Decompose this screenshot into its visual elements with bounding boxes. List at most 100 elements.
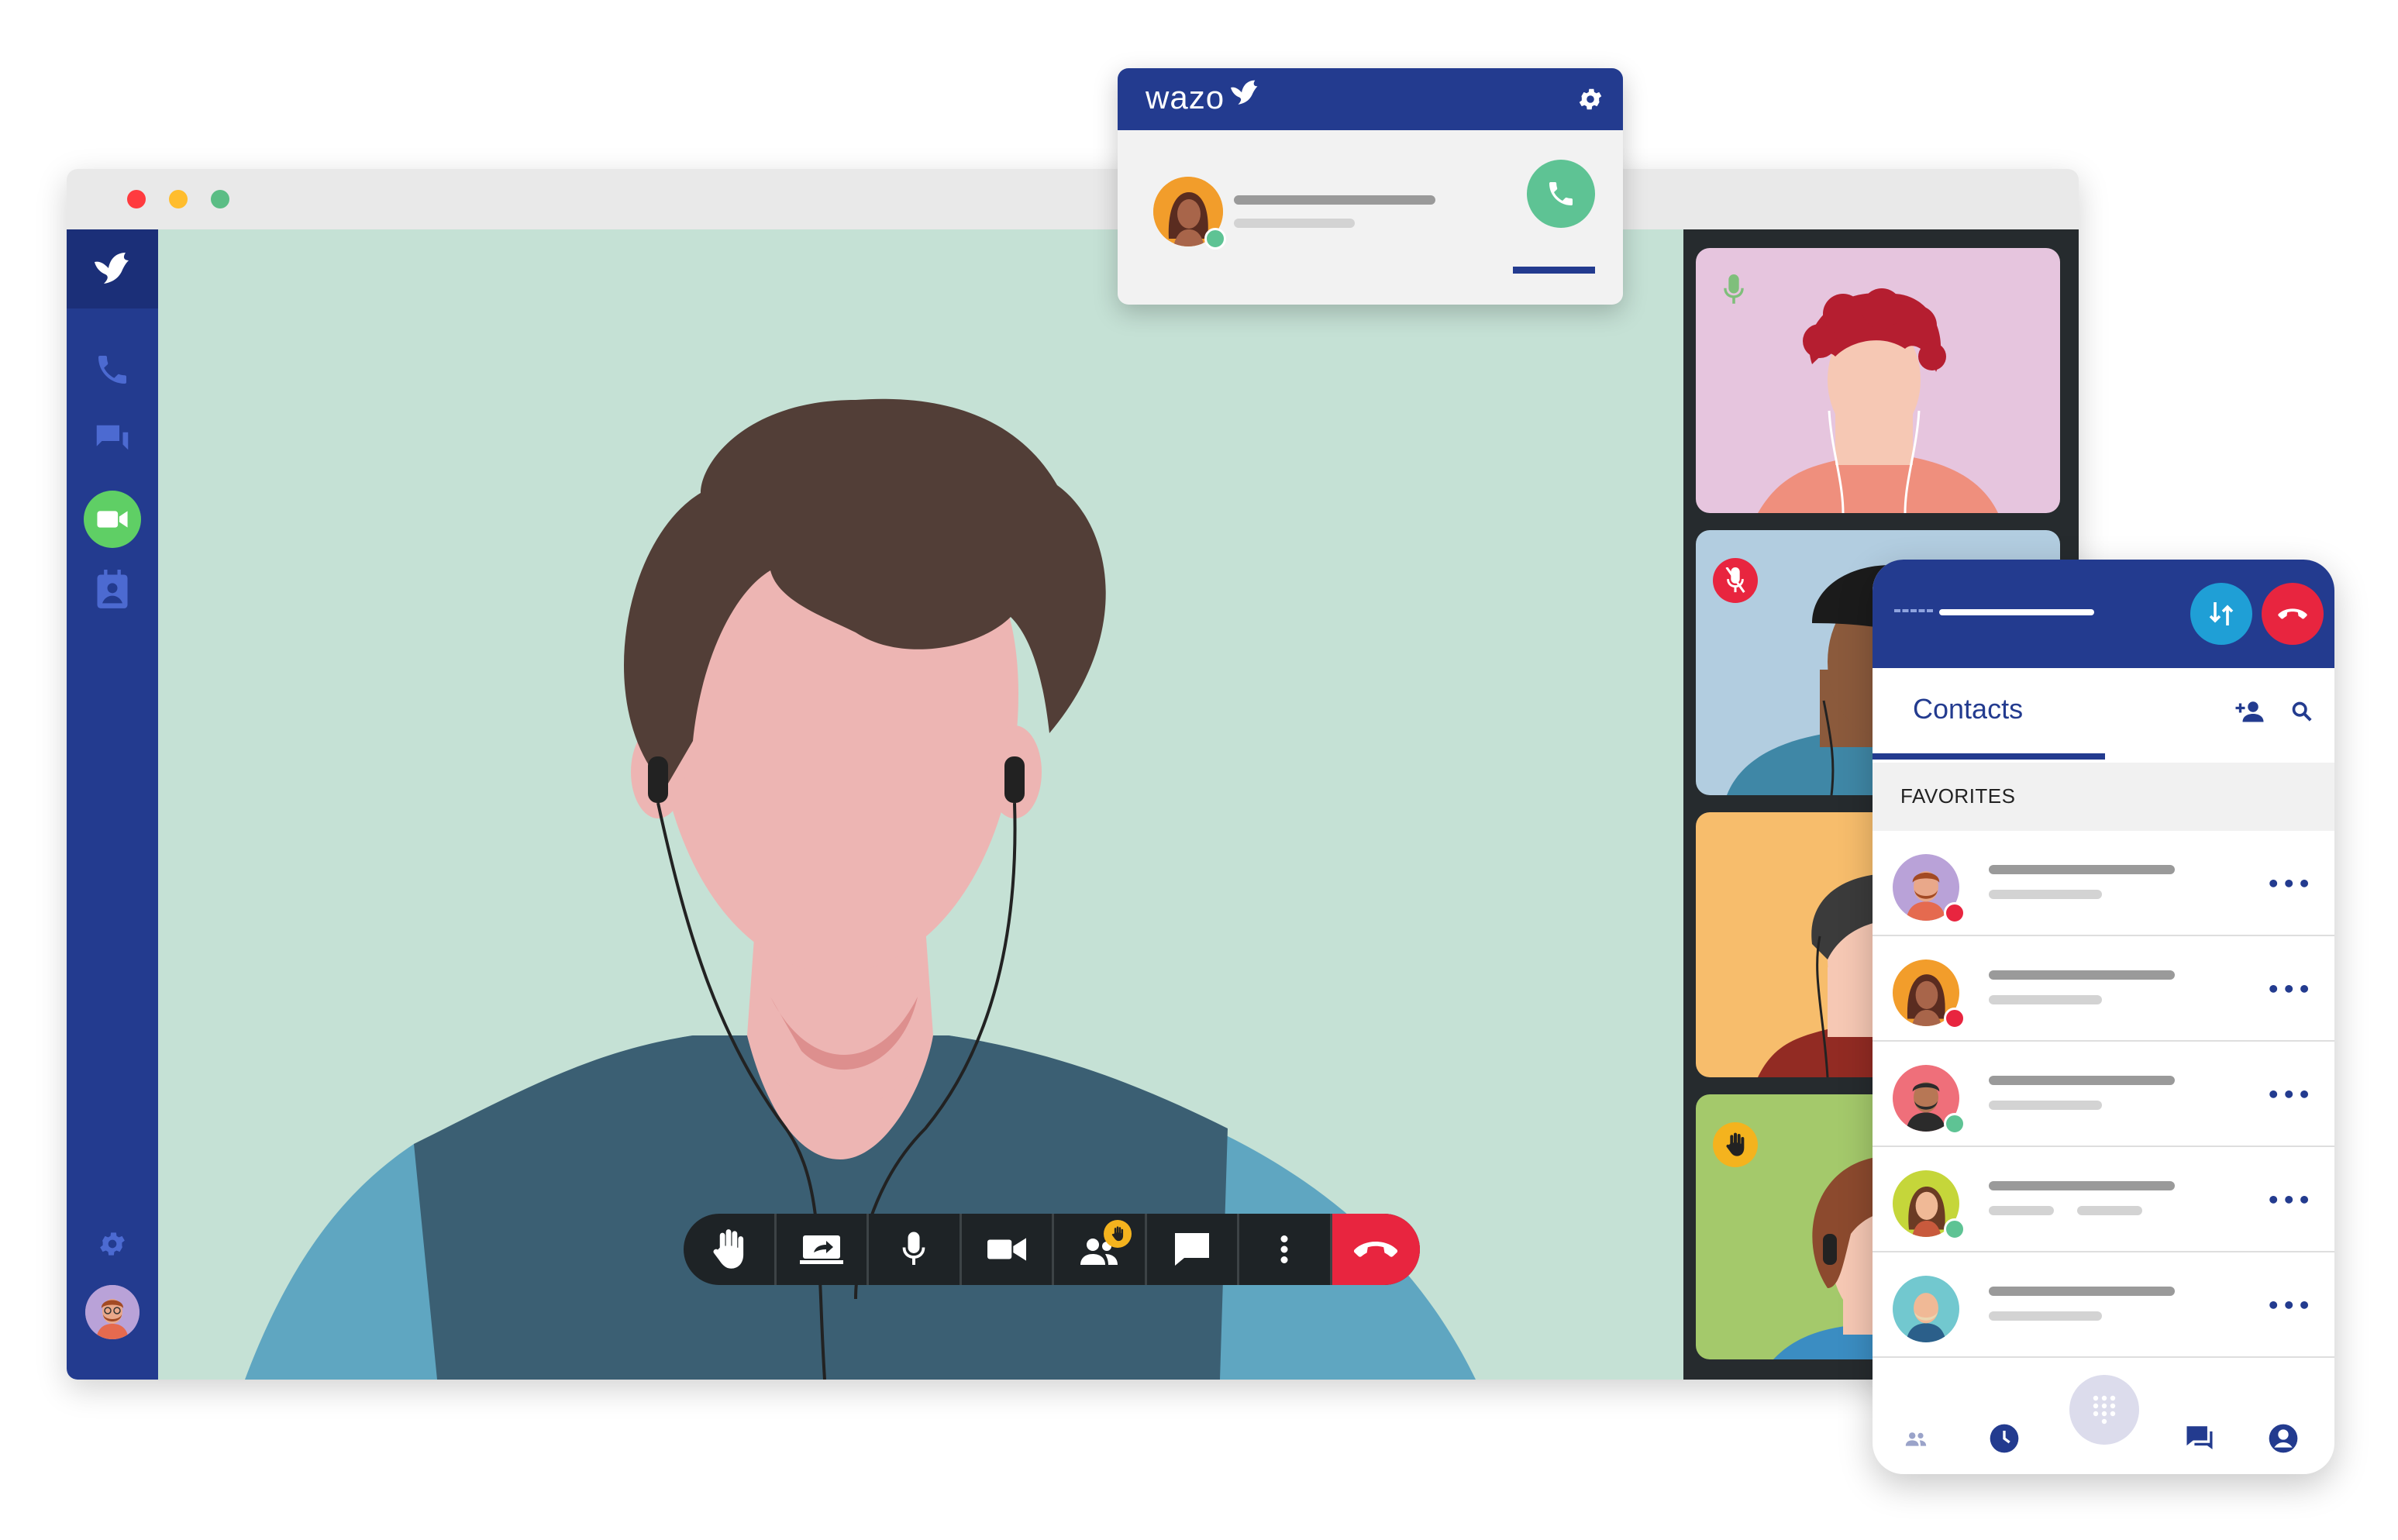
raise-hand-icon bbox=[1111, 1226, 1124, 1242]
in-call-status-dot bbox=[1944, 902, 1966, 924]
nav-history[interactable] bbox=[1981, 1415, 2028, 1462]
clock-icon bbox=[1990, 1424, 2019, 1453]
title-bar bbox=[67, 169, 2079, 229]
more-vertical-icon bbox=[1280, 1235, 1288, 1263]
favorites-label: FAVORITES bbox=[1900, 784, 2016, 808]
nav-contacts[interactable] bbox=[1893, 1415, 1939, 1462]
contact-name-placeholder bbox=[1989, 1181, 2175, 1190]
call-timer-placeholder bbox=[1894, 609, 1933, 617]
gear-icon bbox=[100, 1232, 125, 1256]
nav-chat[interactable] bbox=[2176, 1415, 2223, 1462]
maximize-window-button[interactable] bbox=[211, 190, 229, 208]
tab-contacts[interactable]: Contacts bbox=[1913, 693, 2023, 725]
contact-name-placeholder bbox=[1989, 1287, 2175, 1296]
search-icon bbox=[2292, 701, 2312, 722]
camera-button[interactable] bbox=[962, 1214, 1054, 1285]
muted-badge bbox=[1713, 558, 1758, 603]
contact-detail-placeholder bbox=[1989, 1101, 2102, 1110]
contact-more-button[interactable]: ••• bbox=[2266, 1293, 2313, 1318]
online-status-dot bbox=[1944, 1218, 1966, 1240]
contact-detail-placeholder bbox=[1989, 1206, 2054, 1215]
video-camera-icon bbox=[97, 511, 128, 528]
close-window-button[interactable] bbox=[127, 190, 146, 208]
sidebar-item-chat[interactable] bbox=[85, 414, 140, 468]
contact-name-placeholder bbox=[1989, 970, 2175, 980]
contact-more-button[interactable]: ••• bbox=[2266, 977, 2313, 1002]
add-contact-button[interactable] bbox=[2234, 696, 2268, 727]
chat-button[interactable] bbox=[1147, 1214, 1239, 1285]
phone-icon bbox=[1549, 182, 1573, 205]
raise-hand-icon bbox=[1726, 1132, 1745, 1156]
chat-icon bbox=[96, 425, 129, 450]
contact-row[interactable]: ••• bbox=[1873, 1042, 2334, 1147]
contact-card-icon bbox=[97, 570, 128, 608]
bird-logo-icon bbox=[1231, 80, 1258, 105]
participants-button[interactable] bbox=[1054, 1214, 1147, 1285]
contact-detail-placeholder bbox=[1989, 995, 2102, 1004]
brand-logo: wazo bbox=[1146, 79, 1225, 116]
minimize-window-button[interactable] bbox=[169, 190, 188, 208]
active-call-header bbox=[1873, 560, 2334, 668]
hangup-icon bbox=[1354, 1242, 1398, 1257]
chat-icon bbox=[2186, 1426, 2213, 1450]
raise-hand-button[interactable] bbox=[684, 1214, 777, 1285]
popup-progress-bar bbox=[1513, 267, 1595, 274]
speaker-video-feed bbox=[245, 398, 1476, 1380]
avatar[interactable] bbox=[85, 1285, 140, 1339]
contact-more-button[interactable]: ••• bbox=[2266, 1082, 2313, 1108]
user-avatar-image bbox=[85, 1285, 140, 1339]
share-screen-button[interactable] bbox=[777, 1214, 869, 1285]
popup-settings-button[interactable] bbox=[1575, 84, 1606, 115]
people-icon bbox=[1905, 1432, 1927, 1446]
sidebar-item-contacts[interactable] bbox=[85, 563, 140, 617]
caller-name-placeholder bbox=[1234, 195, 1435, 205]
dialpad-button[interactable] bbox=[2069, 1375, 2139, 1445]
gear-icon bbox=[1579, 88, 1602, 110]
main-video-stage bbox=[158, 229, 1683, 1380]
contact-avatar bbox=[1893, 1276, 1959, 1342]
app-window bbox=[67, 169, 2079, 1380]
incoming-call-popup: wazo bbox=[1118, 68, 1623, 305]
contact-row[interactable]: ••• bbox=[1873, 1147, 2334, 1252]
hangup-icon bbox=[2278, 608, 2307, 619]
brand-text: wazo bbox=[1146, 79, 1225, 115]
contact-name-placeholder bbox=[1989, 865, 2175, 874]
contact-row[interactable]: ••• bbox=[1873, 936, 2334, 1042]
contact-name-placeholder bbox=[1989, 1076, 2175, 1085]
microphone-icon bbox=[1724, 274, 1744, 304]
microphone-muted-icon bbox=[1725, 567, 1745, 593]
call-name-placeholder bbox=[1939, 609, 2094, 615]
nav-account[interactable] bbox=[2260, 1415, 2307, 1462]
contact-row[interactable]: ••• bbox=[1873, 1252, 2334, 1358]
dialpad-icon bbox=[2093, 1395, 2116, 1425]
microphone-button[interactable] bbox=[869, 1214, 962, 1285]
raise-hand-icon bbox=[713, 1229, 744, 1269]
contact-detail-placeholder bbox=[2077, 1206, 2142, 1215]
contact-avatar-image bbox=[1906, 1293, 1946, 1342]
more-options-button[interactable] bbox=[1239, 1214, 1332, 1285]
contact-more-button[interactable]: ••• bbox=[2266, 871, 2313, 897]
share-screen-icon bbox=[799, 1235, 843, 1264]
sidebar-item-settings[interactable] bbox=[85, 1217, 140, 1271]
contact-more-button[interactable]: ••• bbox=[2266, 1187, 2313, 1213]
search-button[interactable] bbox=[2288, 698, 2316, 725]
answer-call-button[interactable] bbox=[1527, 160, 1595, 228]
transfer-icon bbox=[2209, 602, 2234, 625]
sidebar bbox=[67, 229, 158, 1380]
raised-hand-badge bbox=[1713, 1122, 1758, 1167]
hangup-button[interactable] bbox=[1332, 1214, 1420, 1285]
sidebar-item-video[interactable] bbox=[84, 491, 141, 548]
phone-hangup-button[interactable] bbox=[2262, 583, 2324, 645]
chat-icon bbox=[1174, 1233, 1209, 1266]
account-icon bbox=[2269, 1424, 2298, 1453]
participant-tile[interactable] bbox=[1696, 248, 2060, 513]
transfer-call-button[interactable] bbox=[2190, 583, 2252, 645]
contact-row[interactable]: ••• bbox=[1873, 831, 2334, 936]
microphone-icon bbox=[902, 1232, 925, 1265]
add-person-icon bbox=[2235, 701, 2264, 722]
tab-active-indicator bbox=[1873, 753, 2105, 760]
phone-icon bbox=[98, 356, 126, 384]
sidebar-item-phone[interactable] bbox=[85, 343, 140, 397]
sidebar-logo[interactable] bbox=[67, 229, 158, 308]
camera-icon bbox=[987, 1238, 1026, 1261]
